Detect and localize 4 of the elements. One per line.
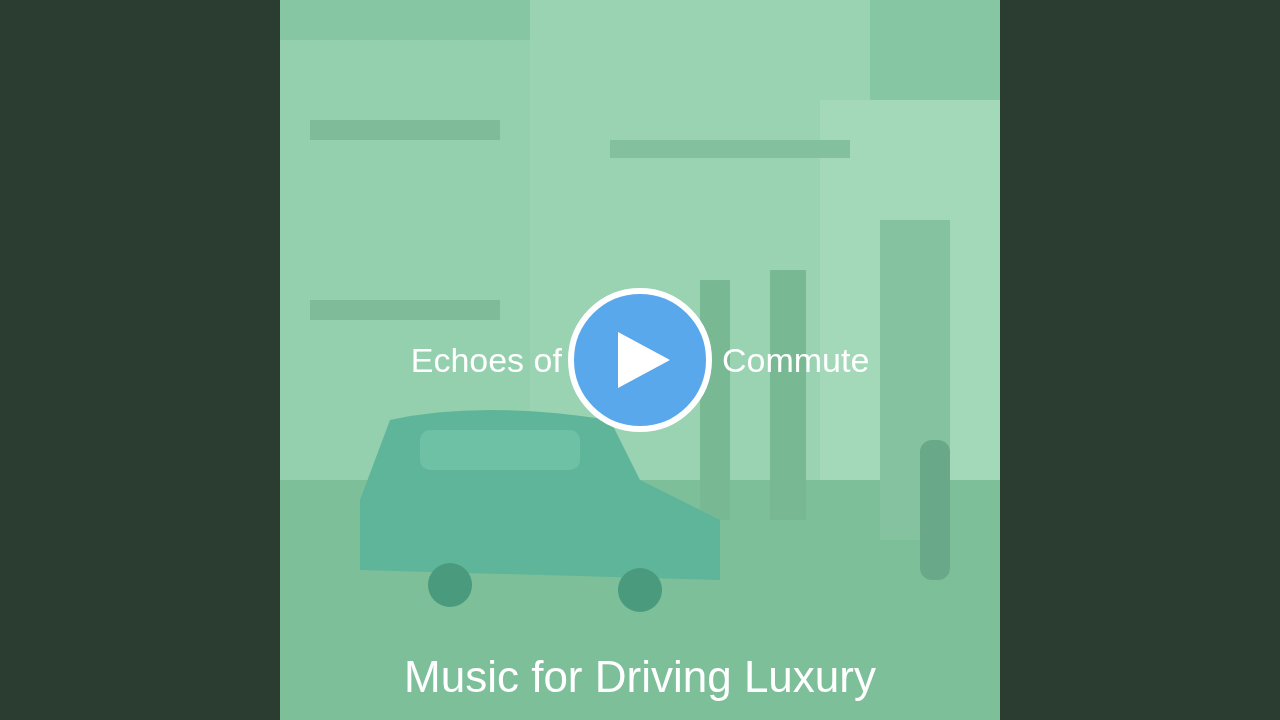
video-title: Commute: [721, 340, 870, 381]
video-title: Echoes of: [410, 340, 562, 381]
play-icon: [618, 332, 670, 388]
video-caption: Music for Driving Luxury: [403, 651, 877, 703]
